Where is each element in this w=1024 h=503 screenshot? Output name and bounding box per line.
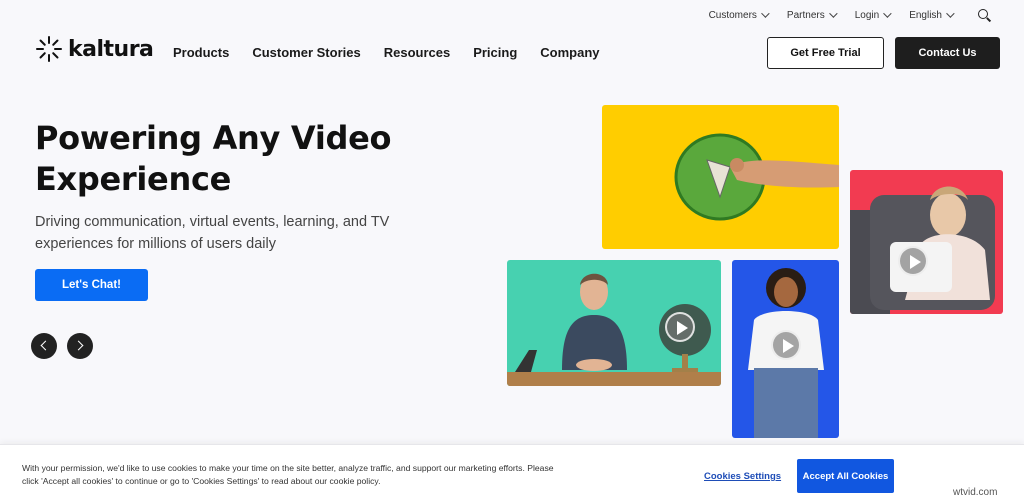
nav-customer-stories[interactable]: Customer Stories bbox=[252, 45, 360, 60]
chevron-down-icon bbox=[946, 9, 955, 18]
utility-partners-label: Partners bbox=[786, 9, 825, 21]
video-tile-presenter[interactable] bbox=[507, 260, 721, 386]
logo-text: kaltura bbox=[68, 36, 154, 62]
utility-language[interactable]: English bbox=[909, 9, 955, 21]
carousel-next-button[interactable] bbox=[67, 333, 93, 359]
cookie-banner: With your permission, we'd like to use c… bbox=[0, 444, 1024, 503]
video-tile-hand-drawing[interactable] bbox=[602, 105, 839, 249]
hero-subtitle: Driving communication, virtual events, l… bbox=[35, 214, 390, 252]
watermark: wtvid.com bbox=[953, 487, 998, 498]
chevron-down-icon bbox=[883, 9, 892, 18]
nav-products[interactable]: Products bbox=[173, 45, 229, 60]
lets-chat-button[interactable]: Let's Chat! bbox=[35, 269, 148, 301]
accept-all-cookies-button[interactable]: Accept All Cookies bbox=[797, 459, 894, 493]
chevron-down-icon bbox=[761, 9, 770, 18]
cookies-settings-link[interactable]: Cookies Settings bbox=[704, 471, 781, 482]
nav-links: Products Customer Stories Resources Pric… bbox=[173, 45, 600, 60]
utility-customers[interactable]: Customers bbox=[708, 9, 770, 21]
play-icon bbox=[771, 330, 801, 360]
nav-resources[interactable]: Resources bbox=[384, 45, 450, 60]
woman-sofa-illustration bbox=[850, 186, 995, 314]
contact-us-button[interactable]: Contact Us bbox=[895, 37, 1000, 69]
carousel-prev-button[interactable] bbox=[31, 333, 57, 359]
hero-title: Powering Any Video Experience bbox=[35, 118, 455, 200]
main-nav: kaltura Products Customer Stories Resour… bbox=[0, 32, 1024, 76]
nav-company[interactable]: Company bbox=[540, 45, 599, 60]
play-icon bbox=[898, 246, 928, 276]
chevron-down-icon bbox=[828, 9, 838, 18]
utility-login[interactable]: Login bbox=[854, 9, 892, 21]
utility-login-label: Login bbox=[854, 9, 880, 21]
video-tile-woman-sofa[interactable] bbox=[850, 170, 1003, 314]
hero-title-line2: Experience bbox=[35, 160, 232, 198]
logo[interactable]: kaltura bbox=[36, 36, 154, 62]
cookie-text: With your permission, we'd like to use c… bbox=[22, 463, 554, 486]
search-icon[interactable] bbox=[978, 9, 990, 21]
play-icon bbox=[665, 312, 695, 342]
utility-partners[interactable]: Partners bbox=[786, 9, 838, 21]
kaltura-logo-icon bbox=[36, 36, 62, 62]
hand-drawing-illustration bbox=[674, 133, 839, 221]
utility-language-label: English bbox=[909, 9, 942, 21]
video-tile-woman-smiling[interactable] bbox=[732, 260, 839, 438]
utility-customers-label: Customers bbox=[708, 9, 757, 21]
utility-nav: Customers Partners Login English bbox=[709, 0, 1024, 30]
nav-pricing[interactable]: Pricing bbox=[473, 45, 517, 60]
get-free-trial-button[interactable]: Get Free Trial bbox=[767, 37, 884, 69]
hero-title-line1: Powering Any Video bbox=[35, 119, 392, 157]
